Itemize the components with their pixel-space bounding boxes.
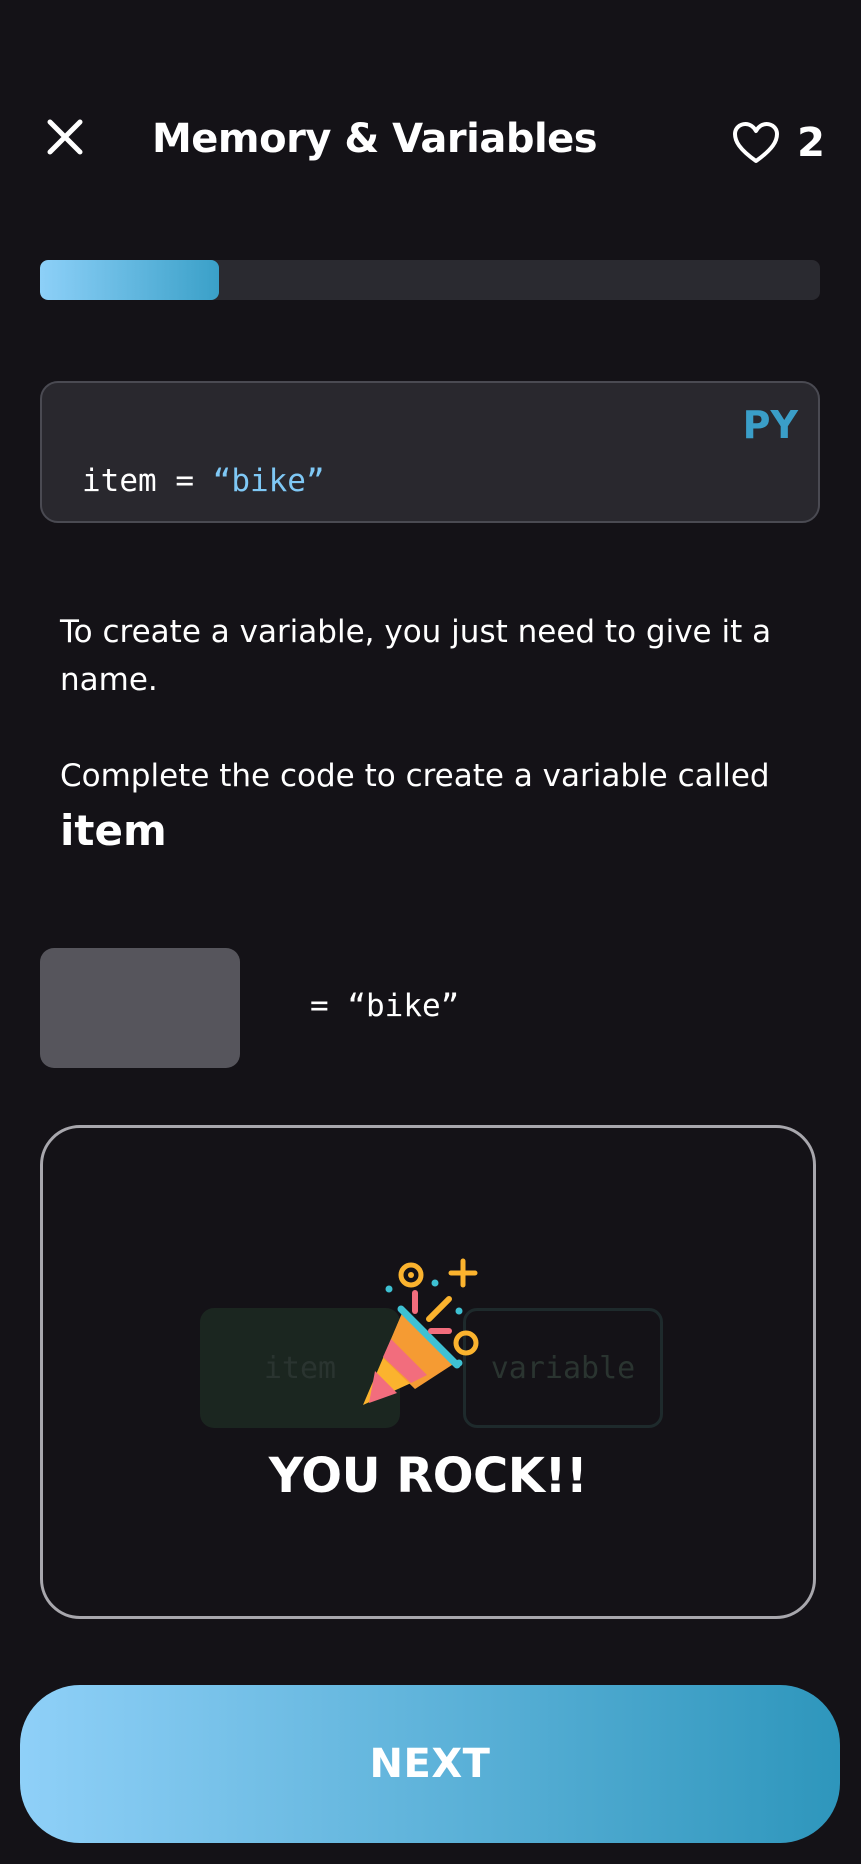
language-badge: PY: [742, 403, 798, 447]
task-text: Complete the code to create a variable c…: [60, 758, 770, 794]
code-example-card: PY item = “bike”: [40, 381, 820, 523]
heart-icon: [733, 122, 780, 163]
instruction-text: To create a variable, you just need to g…: [60, 614, 772, 698]
options-panel: item variable YOU ROCK!!: [40, 1125, 816, 1619]
header: Memory & Variables 2: [0, 110, 861, 170]
code-string: “bike”: [212, 463, 325, 499]
success-message: YOU ROCK!!: [268, 1448, 588, 1504]
party-popper-icon: [363, 1258, 479, 1405]
next-button-label: NEXT: [369, 1741, 491, 1787]
hearts-count: 2: [797, 120, 825, 166]
lives-counter: 2: [733, 118, 825, 168]
page-title: Memory & Variables: [152, 116, 598, 162]
code-prefix: item =: [82, 463, 213, 499]
progress-fill: [40, 260, 220, 300]
close-icon[interactable]: [46, 118, 98, 170]
next-button[interactable]: NEXT: [20, 1685, 840, 1843]
task-keyword: item: [60, 806, 167, 855]
answer-drop-slot[interactable]: [40, 948, 240, 1068]
exercise-code-tail: = “bike”: [310, 988, 460, 1024]
lesson-progress-bar: [40, 260, 820, 300]
code-line: item = “bike”: [82, 463, 325, 499]
